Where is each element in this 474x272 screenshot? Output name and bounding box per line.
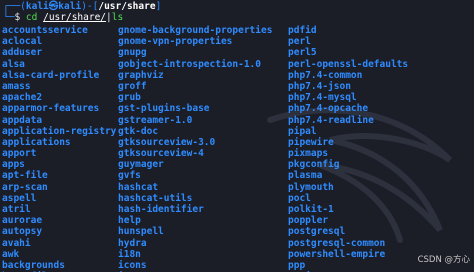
directory-entry: hashcat-utils: [118, 192, 193, 204]
directory-entry: apps: [2, 159, 25, 171]
directory-entry: gnupg: [118, 47, 147, 59]
directory-entry: apache2: [2, 92, 43, 104]
directory-entry: gstreamer-1.0: [118, 114, 193, 126]
directory-entry: adduser: [2, 47, 43, 59]
directory-entry: accountsservice: [2, 25, 88, 36]
directory-entry: gtksourceview-3.0: [118, 136, 216, 148]
prompt-host: kali: [58, 1, 82, 12]
directory-entry: apparmor-features: [2, 103, 100, 115]
directory-entry: apport: [2, 148, 37, 160]
directory-entry: pkgconfig: [288, 159, 340, 171]
directory-entry: gvfs: [118, 170, 141, 182]
directory-entry: perl: [288, 36, 311, 48]
directory-entry: appdata: [2, 114, 43, 126]
directory-entry: pixmaps: [288, 148, 329, 160]
directory-entry: avahi: [2, 237, 31, 249]
directory-entry: pocl: [288, 192, 311, 204]
directory-entry: pipal: [288, 125, 317, 137]
directory-entry: hash-identifier: [118, 204, 204, 215]
directory-entry: awk: [2, 248, 20, 260]
directory-entry: perl-openssl-defaults: [288, 58, 409, 70]
listing-column-2: gnome-background-properties gnome-vpn-pro…: [118, 25, 288, 272]
directory-entry: php7.4-mysql: [288, 92, 357, 104]
directory-entry: gst-plugins-base: [118, 103, 210, 115]
directory-entry: autopsy: [2, 226, 43, 238]
directory-entry: pipewire: [288, 136, 334, 148]
prompt-at-symbol: ㉿: [48, 1, 59, 12]
directory-entry: atril: [2, 204, 31, 215]
directory-entry: applications: [2, 136, 71, 148]
listing-column-1: accountsservice aclocal adduser alsa alsa-ca…: [2, 25, 118, 272]
directory-entry: alsa: [2, 58, 25, 70]
directory-entry: apt-file: [2, 170, 48, 182]
directory-entry: gtksourceview-4: [118, 148, 204, 160]
directory-entry: powershell-empire: [288, 248, 386, 260]
directory-entry: gobject-introspection-1.0: [118, 58, 261, 70]
directory-entry: application-registry: [2, 125, 117, 137]
directory-entry: aclocal: [2, 36, 43, 48]
listing-column-3: pdfid perl perl5 perl-openssl-defaults php7.…: [288, 25, 438, 272]
prompt-frame: ┌──(: [3, 1, 26, 12]
directory-entry: guymager: [118, 159, 164, 171]
directory-entry: arp-scan: [2, 181, 48, 193]
prompt-user: kali: [25, 1, 49, 12]
prompt-header: ┌──(kali㉿kali)-[/usr/share]: [3, 1, 161, 12]
directory-entry: php7.4-opcache: [288, 103, 369, 115]
directory-entry: php7.4-common: [288, 69, 363, 81]
directory-entry: pdfid: [288, 25, 317, 36]
prompt-frame-end: ]: [155, 1, 162, 12]
directory-entry: graphviz: [118, 69, 164, 81]
directory-entry: php7.4-json: [288, 80, 351, 92]
prompt-path: /usr/share: [98, 1, 156, 12]
directory-listing: accountsservice aclocal adduser alsa alsa-ca…: [2, 25, 438, 272]
directory-entry: aurorae: [2, 215, 43, 227]
directory-entry: help: [118, 215, 141, 227]
directory-entry: php7.4-readline: [288, 114, 374, 126]
command-argument: /usr/share/: [43, 12, 107, 23]
directory-entry: perl5: [288, 47, 317, 59]
directory-entry: plasma: [288, 170, 323, 182]
command-ls: ls: [111, 12, 124, 23]
directory-entry: grub: [118, 92, 141, 104]
directory-entry: groff: [118, 80, 147, 92]
directory-entry: hunspell: [118, 226, 164, 238]
directory-entry: ppp: [288, 259, 306, 271]
directory-entry: hydra: [118, 237, 147, 249]
directory-entry: plymouth: [288, 181, 334, 193]
directory-entry: postgresql-common: [288, 237, 386, 249]
directory-entry: gnome-background-properties: [118, 25, 273, 36]
terminal-window[interactable]: ┌──(kali㉿kali)-[/usr/share] └─$ cd /usr/…: [0, 0, 474, 272]
directory-entry: hashcat: [118, 181, 159, 193]
directory-entry: gnome-vpn-properties: [118, 36, 233, 48]
command-line[interactable]: └─$ cd /usr/share/|ls: [3, 12, 123, 23]
prompt-symbol: $: [14, 12, 26, 23]
command-cd: cd: [25, 12, 38, 23]
csdn-watermark: CSDN @方心: [417, 254, 470, 265]
directory-entry: polkit-1: [288, 204, 334, 215]
prompt-frame-mid: )-[: [81, 1, 99, 12]
directory-entry: aspell: [2, 192, 37, 204]
directory-entry: postgresql: [288, 226, 346, 238]
directory-entry: alsa-card-profile: [2, 69, 100, 81]
directory-entry: gtk-doc: [118, 125, 159, 137]
directory-entry: poppler: [288, 215, 329, 227]
prompt-frame-bottom: └─: [3, 12, 15, 23]
directory-entry: backgrounds: [2, 259, 65, 271]
directory-entry: i18n: [118, 248, 141, 260]
directory-entry: amass: [2, 80, 31, 92]
directory-entry: icons: [118, 259, 147, 271]
